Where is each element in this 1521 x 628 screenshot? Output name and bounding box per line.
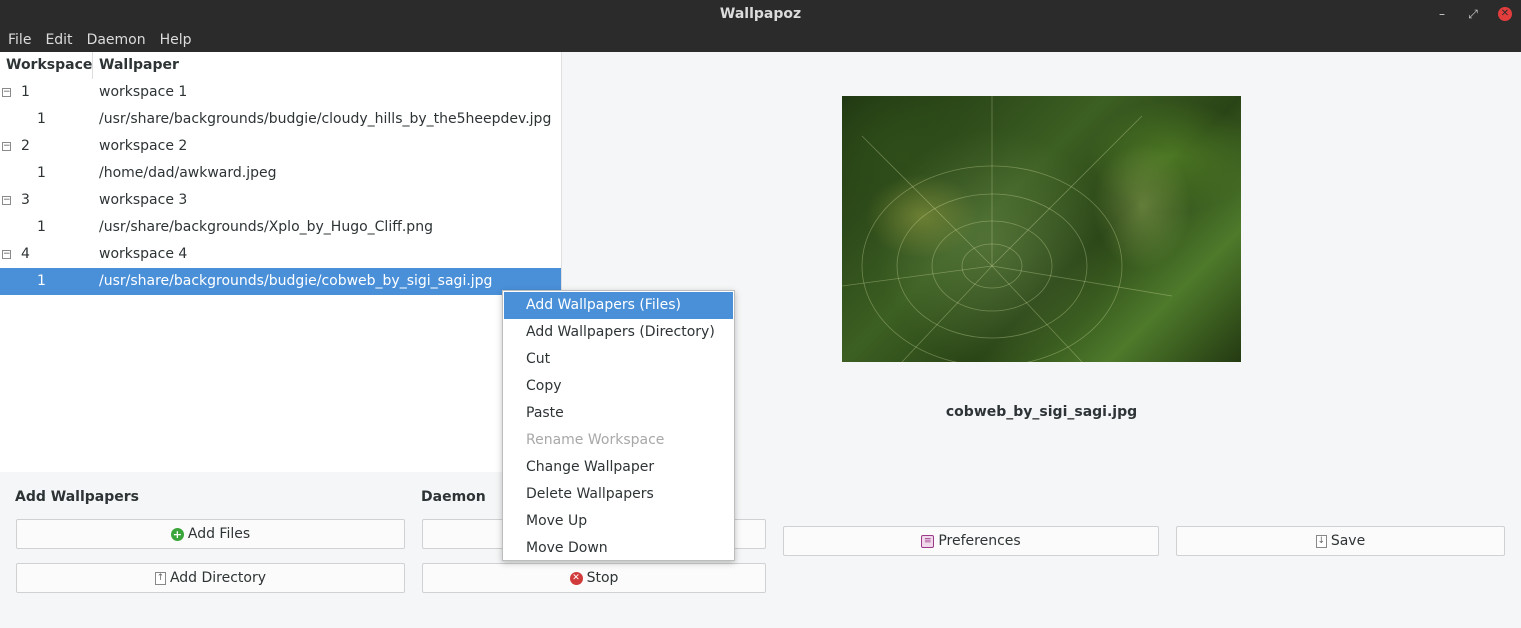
context-menu-item[interactable]: Add Wallpapers (Files) [504, 292, 733, 319]
row-wallpaper-cell: workspace 4 [99, 246, 188, 262]
menu-file[interactable]: File [0, 28, 38, 52]
tree-row-workspace[interactable]: − 1 workspace 1 [0, 79, 561, 106]
row-workspace-cell: 1 [37, 219, 46, 235]
column-header-wallpaper[interactable]: Wallpaper [93, 52, 179, 79]
title-bar: Wallpapoz – ⤢ ✕ [0, 0, 1521, 28]
context-menu-item[interactable]: Paste [503, 400, 734, 427]
menu-bar: File Edit Daemon Help [0, 28, 1521, 52]
collapse-icon[interactable]: − [2, 88, 11, 97]
workspace-tree[interactable]: Workspace Wallpaper − 1 workspace 1 1/usr/s… [0, 52, 562, 472]
add-wallpapers-label: Add Wallpapers [15, 489, 139, 505]
tree-row-workspace[interactable]: − 4 workspace 4 [0, 241, 561, 268]
context-menu: Add Wallpapers (Files) Add Wallpapers (Di… [502, 290, 735, 561]
row-workspace-cell: 2 [21, 138, 30, 154]
collapse-icon[interactable]: − [2, 196, 11, 205]
context-menu-item[interactable]: Add Wallpapers (Directory) [503, 319, 734, 346]
tree-row-wallpaper[interactable]: 1/usr/share/backgrounds/budgie/cobweb_by… [0, 268, 561, 295]
row-wallpaper-cell: workspace 3 [99, 192, 188, 208]
row-wallpaper-cell: /usr/share/backgrounds/Xplo_by_Hugo_Clif… [99, 219, 433, 235]
row-workspace-cell: 3 [21, 192, 30, 208]
context-menu-item[interactable]: Copy [503, 373, 734, 400]
add-files-label: Add Files [187, 526, 251, 542]
tree-row-wallpaper[interactable]: 1/home/dad/awkward.jpeg [0, 160, 561, 187]
stop-label: Stop [586, 570, 619, 586]
context-menu-item[interactable]: Move Up [503, 508, 734, 535]
row-wallpaper-cell: /usr/share/backgrounds/budgie/cobweb_by_… [99, 273, 493, 289]
context-menu-item[interactable]: Change Wallpaper [503, 454, 734, 481]
add-icon: + [170, 527, 184, 541]
close-button[interactable]: ✕ [1493, 0, 1517, 28]
cobweb-illustration [842, 96, 1173, 362]
row-workspace-cell: 1 [37, 273, 46, 289]
close-icon: ✕ [1498, 7, 1512, 21]
minimize-icon[interactable]: – [1430, 0, 1454, 28]
row-wallpaper-cell: /usr/share/backgrounds/budgie/cloudy_hil… [99, 111, 552, 127]
tree-row-workspace[interactable]: − 3 workspace 3 [0, 187, 561, 214]
tree-row-workspace[interactable]: − 2 workspace 2 [0, 133, 561, 160]
row-workspace-cell: 1 [37, 165, 46, 181]
context-menu-item[interactable]: Delete Wallpapers [503, 481, 734, 508]
menu-daemon[interactable]: Daemon [80, 28, 153, 52]
row-workspace-cell: 4 [21, 246, 30, 262]
column-header-workspace[interactable]: Workspace [0, 52, 93, 79]
add-files-button[interactable]: + Add Files [16, 519, 405, 549]
preferences-label: Preferences [938, 533, 1021, 549]
add-directory-label: Add Directory [169, 570, 267, 586]
context-menu-item: Rename Workspace [526, 432, 665, 448]
context-menu-item[interactable]: Move Down [503, 535, 734, 562]
wallpaper-preview-image [842, 96, 1241, 362]
save-label: Save [1330, 533, 1366, 549]
menu-help[interactable]: Help [153, 28, 199, 52]
save-button[interactable]: ↓ Save [1176, 526, 1505, 556]
collapse-icon[interactable]: − [2, 142, 11, 151]
tree-rows: − 1 workspace 1 1/usr/share/backgrounds/bud… [0, 79, 561, 295]
menu-edit[interactable]: Edit [38, 28, 79, 52]
row-workspace-cell: 1 [37, 111, 46, 127]
row-wallpaper-cell: workspace 2 [99, 138, 188, 154]
preview-caption: cobweb_by_sigi_sagi.jpg [945, 404, 1138, 420]
row-workspace-cell: 1 [21, 84, 30, 100]
folder-upload-icon: ↑ [154, 571, 166, 585]
stop-icon: ✕ [569, 571, 583, 585]
context-menu-item[interactable]: Cut [503, 346, 734, 373]
tree-row-wallpaper[interactable]: 1/usr/share/backgrounds/Xplo_by_Hugo_Cli… [0, 214, 561, 241]
tree-header: Workspace Wallpaper [0, 52, 561, 79]
window-title: Wallpapoz [719, 6, 802, 22]
row-wallpaper-cell: /home/dad/awkward.jpeg [99, 165, 277, 181]
collapse-icon[interactable]: − [2, 250, 11, 259]
save-icon: ↓ [1315, 534, 1327, 548]
stop-button[interactable]: ✕ Stop [422, 563, 766, 593]
preferences-icon: ≡ [921, 534, 935, 548]
row-wallpaper-cell: workspace 1 [99, 84, 188, 100]
maximize-icon[interactable]: ⤢ [1461, 0, 1485, 28]
tree-row-wallpaper[interactable]: 1/usr/share/backgrounds/budgie/cloudy_hi… [0, 106, 561, 133]
daemon-label: Daemon [421, 489, 486, 505]
add-directory-button[interactable]: ↑ Add Directory [16, 563, 405, 593]
preferences-button[interactable]: ≡ Preferences [783, 526, 1159, 556]
